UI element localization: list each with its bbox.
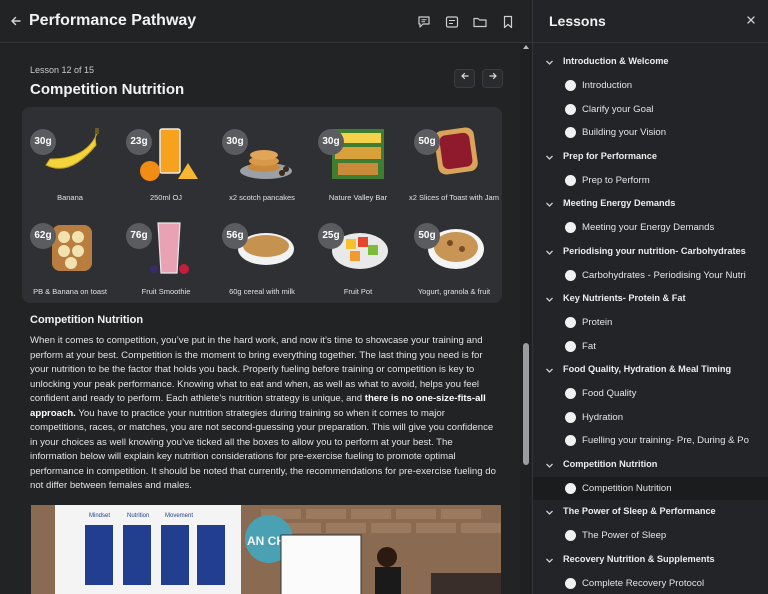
close-icon[interactable] [745,14,757,26]
lesson-item[interactable]: Protein [533,311,768,335]
food-item: 56g 60g cereal with milk [214,211,310,301]
folder-icon[interactable] [472,14,488,30]
section-power-of-sleep[interactable]: The Power of Sleep & Performance [533,500,768,524]
workshop-photo-illustration: Mindset Nutrition Movement AN CHO [31,505,501,594]
section-food-quality[interactable]: Food Quality, Hydration & Meal Timing [533,358,768,382]
radio-icon [565,482,576,494]
section-prep-for-performance[interactable]: Prep for Performance [533,145,768,169]
food-item: 30g Nature Valley Bar [310,117,406,207]
chevron-down-icon [546,155,553,160]
notes-icon[interactable] [444,14,460,30]
food-item: 30g Banana [22,117,118,207]
back-arrow-icon[interactable] [8,13,24,29]
lesson-counter: Lesson 12 of 15 [30,65,95,75]
section-recovery-nutrition[interactable]: Recovery Nutrition & Supplements [533,548,768,572]
arrow-left-icon [460,72,469,80]
next-lesson-button[interactable] [482,69,503,88]
chevron-down-icon [546,202,553,207]
chevron-down-icon [546,297,553,302]
lesson-item[interactable]: Fat [533,335,768,359]
board-heading-mindset: Mindset [89,513,110,519]
section-introduction-welcome[interactable]: Introduction & Welcome [533,50,768,74]
chevron-down-icon [546,463,553,468]
lesson-item[interactable]: Building your Vision [533,121,768,145]
radio-icon [565,435,576,446]
scroll-thumb[interactable] [523,343,529,465]
chevron-down-icon [546,60,553,65]
food-item: 30g x2 scotch pancakes [214,117,310,207]
board-heading-movement: Movement [165,513,193,519]
bookmark-icon[interactable] [500,14,516,30]
arrow-right-icon [488,72,497,80]
lesson-item[interactable]: Meeting your Energy Demands [533,216,768,240]
chevron-down-icon [546,368,553,373]
radio-icon [565,222,576,233]
lesson-list: Introduction & Welcome Introduction Clar… [533,50,768,594]
section-key-nutrients[interactable]: Key Nutrients- Protein & Fat [533,287,768,311]
comment-icon[interactable] [416,14,432,30]
previous-lesson-button[interactable] [454,69,475,88]
food-item: 62g PB & Banana on toast [22,211,118,301]
chevron-down-icon [546,558,553,563]
lesson-title: Competition Nutrition [30,81,185,98]
food-item: 50g Yogurt, granola & fruit [406,211,502,301]
carb-portions-image: 30g Banana 23g 250ml OJ 30g x2 scotch pa… [22,107,502,303]
app-title: Performance Pathway [29,12,197,29]
radio-icon [565,174,576,186]
board-heading-nutrition: Nutrition [127,513,149,519]
radio-icon [565,317,576,328]
food-item: 50g x2 Slices of Toast with Jam [406,117,502,207]
radio-icon [565,340,576,352]
lesson-item[interactable]: The Power of Sleep [533,524,768,548]
food-item: 23g 250ml OJ [118,117,214,207]
lesson-item[interactable]: Fuelling your training- Pre, During & Po [533,429,768,453]
workshop-photo: Mindset Nutrition Movement AN CHO [31,505,501,594]
section-heading: Competition Nutrition [30,314,144,326]
lesson-item[interactable]: Clarify your Goal [533,98,768,122]
radio-icon [565,388,576,399]
lesson-item[interactable]: Carbohydrates - Periodising Your Nutri [533,264,768,288]
food-item: 25g Fruit Pot [310,211,406,301]
top-toolbar [416,14,516,30]
food-item: 76g Fruit Smoothie [118,211,214,301]
main-scrollbar[interactable] [520,43,532,594]
lesson-item[interactable]: Prep to Perform [533,169,768,193]
chevron-down-icon [546,510,553,515]
section-periodising-nutrition[interactable]: Periodising your nutrition- Carbohydrate… [533,240,768,264]
section-meeting-energy-demands[interactable]: Meeting Energy Demands [533,192,768,216]
scroll-up-arrow-icon[interactable] [522,43,530,51]
top-bar: Performance Pathway [0,0,532,43]
lesson-item-active[interactable]: Competition Nutrition [533,476,768,500]
lessons-sidebar: Lessons Introduction & Welcome Introduct… [532,0,768,594]
sidebar-title: Lessons [549,13,606,29]
radio-icon [565,103,576,115]
lesson-item[interactable]: Complete Recovery Protocol [533,572,768,594]
radio-icon [565,80,576,91]
body-paragraph: When it comes to competition, you’ve put… [30,335,496,491]
lesson-item[interactable]: Introduction [533,74,768,98]
chevron-down-icon [546,250,553,255]
lesson-item[interactable]: Food Quality [533,382,768,406]
radio-icon [565,411,576,423]
radio-icon [565,577,576,589]
radio-icon [565,530,576,541]
lesson-item[interactable]: Hydration [533,406,768,430]
sidebar-header: Lessons [533,0,768,43]
radio-icon [565,127,576,138]
lesson-content[interactable]: Lesson 12 of 15 Competition Nutrition 30… [0,44,520,594]
section-competition-nutrition[interactable]: Competition Nutrition [533,453,768,477]
radio-icon [565,269,576,281]
